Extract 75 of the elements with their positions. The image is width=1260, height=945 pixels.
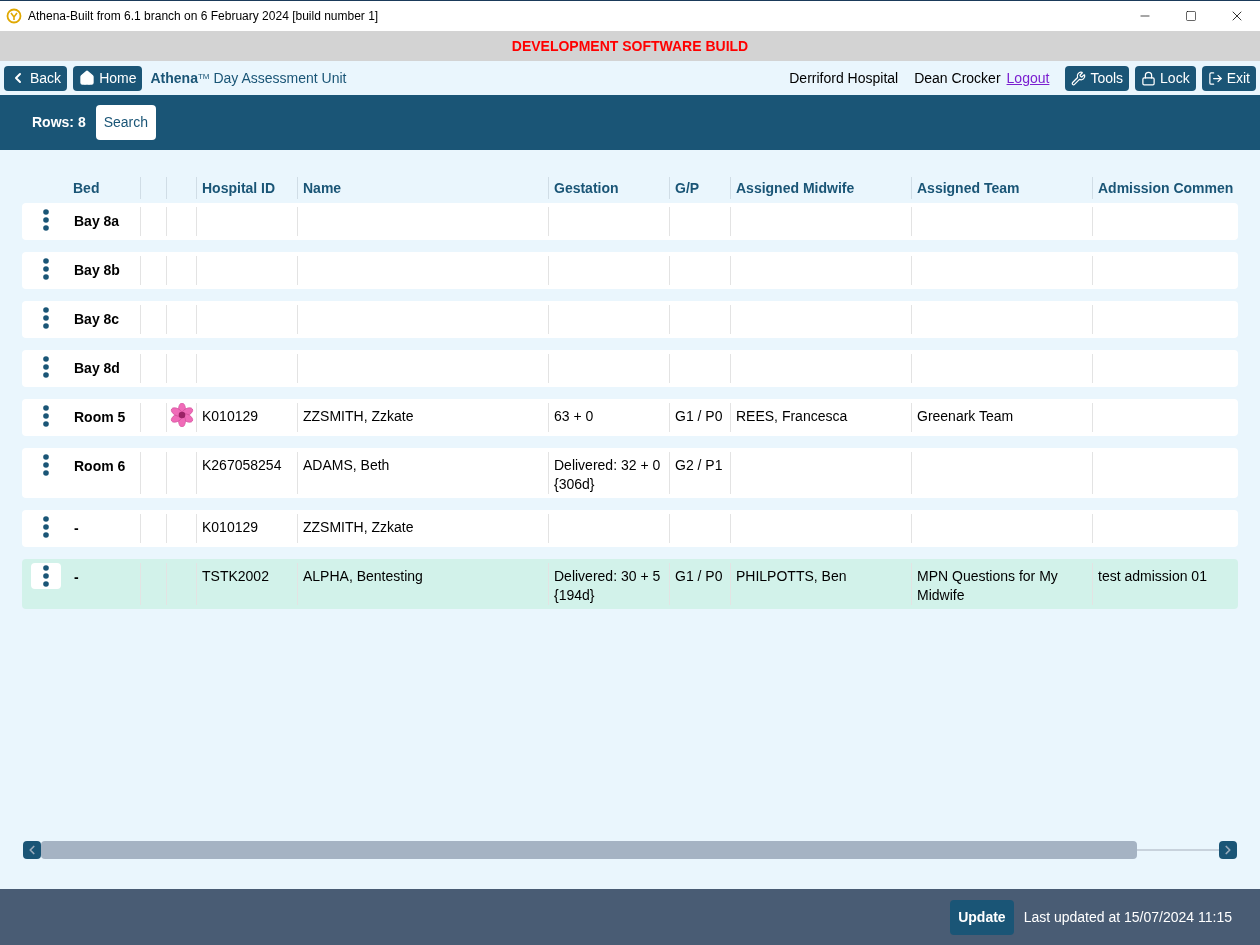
bed-cell-text: Room 5	[73, 409, 127, 425]
row-count: Rows: 8	[32, 113, 86, 132]
gestation-cell: Delivered: 32 + 0 {306d}	[554, 457, 661, 492]
bed-cell-text: Bay 8a	[73, 213, 121, 229]
midwife-cell: REES, Francesca	[736, 408, 848, 424]
table-row[interactable]: Bay 8d	[22, 350, 1238, 387]
app-logo-icon	[6, 8, 22, 24]
maximize-icon	[1185, 10, 1197, 22]
bed-cell-text: Bay 8b	[73, 262, 121, 278]
lock-button[interactable]: Lock	[1135, 65, 1196, 91]
user-name: Dean Crocker	[914, 68, 1001, 88]
app-title: Athena$^{TM}$ Day Assessment Unit	[150, 68, 347, 88]
column-header[interactable]: Hospital ID	[202, 177, 276, 199]
home-button[interactable]: Home	[73, 65, 143, 91]
team-cell: Greenark Team	[917, 408, 1014, 424]
gp-cell: G1 / P0	[675, 408, 723, 424]
hospital-id-cell: K010129	[202, 408, 259, 424]
table-row[interactable]: - TSTK2002 ALPHA, Bentesting Delivered: 30 + 5 {194d} G1 / P0 PHILPOTTS, Ben MPN Questions for My Midwife test admission 01	[22, 559, 1238, 609]
vertical-dots-icon	[43, 258, 49, 280]
bed-cell-text: -	[73, 569, 80, 585]
bed-cell-text: -	[73, 520, 80, 536]
bed-cell-text: Bay 8c	[73, 311, 121, 327]
row-menu-button[interactable]	[31, 563, 61, 589]
vertical-dots-icon	[43, 209, 49, 231]
vertical-dots-icon	[43, 565, 49, 587]
vertical-dots-icon	[43, 454, 49, 476]
vertical-dots-icon	[43, 356, 49, 378]
column-header[interactable]: Assigned Team	[917, 177, 1020, 199]
column-header[interactable]: Bed	[73, 177, 100, 199]
name-cell: ZZSMITH, Zzkate	[303, 408, 414, 424]
update-button[interactable]: Update	[950, 899, 1014, 935]
table-row[interactable]: Room 5 K010129 ZZSMITH, Zzkate 63 + 0 G1 / P0 REES, Francesca Greenark Team	[22, 399, 1238, 436]
table-row[interactable]: Bay 8b	[22, 252, 1238, 289]
bed-cell-text: Room 6	[73, 458, 127, 474]
last-updated-text: Last updated at 15/07/2024 11:15	[1023, 907, 1232, 927]
table-row[interactable]: Bay 8c	[22, 301, 1238, 338]
exit-button[interactable]: Exit	[1201, 65, 1256, 91]
table-row[interactable]: - K010129 ZZSMITH, Zzkate	[22, 510, 1238, 547]
column-header[interactable]: Admission Commen	[1098, 177, 1234, 199]
vertical-dots-icon	[43, 405, 49, 427]
flower-icon	[169, 403, 194, 427]
gestation-cell: 63 + 0	[554, 408, 594, 424]
bed-cell-text: Bay 8d	[73, 360, 121, 376]
build-banner-text: DEVELOPMENT SOFTWARE BUILD	[511, 36, 749, 56]
gestation-cell: Delivered: 30 + 5 {194d}	[554, 568, 661, 603]
hospital-id-cell: TSTK2002	[202, 568, 269, 584]
column-header[interactable]: G/P	[675, 177, 700, 199]
hospital-name: Derriford Hospital	[789, 68, 899, 88]
team-cell: MPN Questions for My Midwife	[917, 568, 1058, 603]
exit-icon	[1207, 70, 1223, 86]
gp-cell: G2 / P1	[675, 457, 723, 473]
search-button[interactable]: Search	[95, 105, 157, 140]
wrench-icon	[1071, 70, 1087, 86]
window-title: Athena-Built from 6.1 branch on 6 February 2024 [build number 1]	[28, 8, 379, 25]
column-header[interactable]: Assigned Midwife	[736, 177, 855, 199]
lock-icon	[1141, 70, 1157, 86]
tools-button[interactable]: Tools	[1065, 65, 1130, 91]
back-button[interactable]: Back	[4, 65, 68, 91]
vertical-dots-icon	[43, 307, 49, 329]
vertical-dots-icon	[43, 516, 49, 538]
name-cell: ADAMS, Beth	[303, 457, 390, 473]
gp-cell: G1 / P0	[675, 568, 723, 584]
home-icon	[79, 70, 96, 86]
name-cell: ZZSMITH, Zzkate	[303, 519, 414, 535]
column-header[interactable]: Name	[303, 177, 342, 199]
hospital-id-cell: K010129	[202, 519, 259, 535]
table-row[interactable]: Room 6 K267058254 ADAMS, Beth Delivered: 32 + 0 {306d} G2 / P1	[22, 448, 1238, 498]
comment-cell: test admission 01	[1098, 568, 1207, 584]
table-row[interactable]: Bay 8a	[22, 203, 1238, 240]
logout-link[interactable]: Logout	[1006, 67, 1050, 89]
column-header[interactable]: Gestation	[554, 177, 619, 199]
midwife-cell: PHILPOTTS, Ben	[736, 568, 847, 584]
name-cell: ALPHA, Bentesting	[303, 568, 423, 584]
hospital-id-cell: K267058254	[202, 457, 282, 473]
horizontal-scrollbar[interactable]	[23, 840, 1237, 859]
